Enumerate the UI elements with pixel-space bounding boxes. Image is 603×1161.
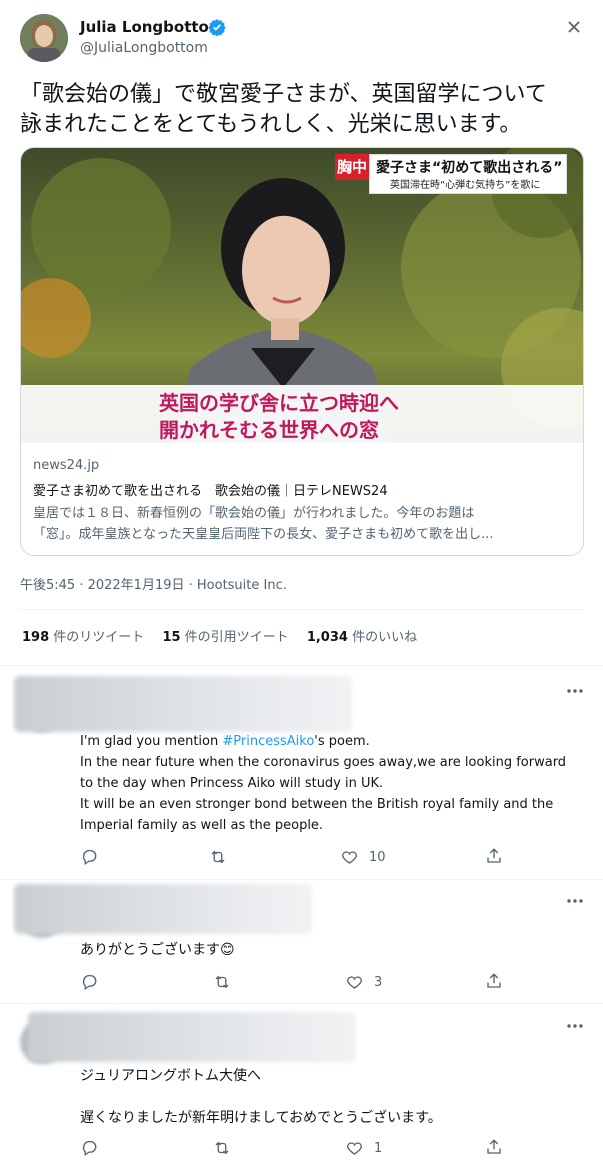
- retweet-button[interactable]: [212, 1139, 232, 1157]
- like-icon: [347, 1142, 362, 1155]
- reply-text-line: I'm glad you mention #PrincessAiko's poe…: [80, 731, 566, 752]
- share-icon: [487, 973, 501, 988]
- reply-button[interactable]: [80, 973, 98, 991]
- card-description: 皇居では１８日、新春恒例の「歌会始の儀」が行われました。今年のお題は 「窓」。成…: [33, 503, 573, 545]
- caption-line: 開かれそむる世界への窓: [159, 418, 379, 442]
- retweet-icon: [211, 850, 225, 864]
- more-icon[interactable]: [566, 688, 584, 694]
- like-button[interactable]: 1: [345, 1139, 382, 1157]
- more-icon[interactable]: [566, 898, 584, 904]
- reply-author-redacted: [28, 1012, 356, 1062]
- likes-label: 件のいいね: [352, 630, 418, 645]
- like-button[interactable]: 3: [345, 973, 382, 991]
- divider: [0, 879, 603, 880]
- retweet-button[interactable]: [208, 848, 228, 866]
- reply-button[interactable]: [80, 1139, 98, 1157]
- reply-text-line: ありがとうございます: [80, 942, 220, 958]
- reply-text-segment: 's poem.: [314, 734, 370, 749]
- reply-text-line: It will be an even stronger bond between…: [80, 797, 554, 812]
- reply-button[interactable]: [80, 848, 98, 866]
- close-icon[interactable]: [565, 18, 583, 36]
- likes-count: 1,034: [306, 630, 348, 645]
- caption-line: 英国の学び舎に立つ時迎へ: [159, 391, 399, 415]
- card-caption: 英国の学び舎に立つ時迎へ 開かれそむる世界への窓: [21, 385, 583, 443]
- banner-tag: 胸中: [335, 154, 369, 180]
- reply-text-line: 遅くなりましたが新年明けましておめでとうございます。: [80, 1110, 442, 1126]
- reply-icon: [82, 1140, 97, 1157]
- reply-author-redacted: [14, 884, 312, 934]
- divider: [20, 609, 583, 610]
- banner-title: 愛子さま“初めて歌出される”: [376, 160, 563, 176]
- retweets-label: 件のリツイート: [53, 630, 145, 645]
- quotes-count: 15: [162, 630, 181, 645]
- author-avatar[interactable]: [20, 14, 68, 62]
- like-count: 1: [374, 1140, 383, 1156]
- smile-emoji-icon: 😊: [220, 942, 235, 958]
- retweet-button[interactable]: [212, 973, 232, 991]
- reply-text: ジュリアロングボトム大使へ 遅くなりましたが新年明けましておめでとうございます。: [80, 1066, 442, 1129]
- reply-author-redacted: [14, 676, 352, 732]
- reply-text-line: In the near future when the coronavirus …: [80, 755, 567, 770]
- link-card[interactable]: 胸中 愛子さま“初めて歌出される” 英国滞在時“心弾む気持ち”を歌に 英国の学び…: [20, 147, 584, 556]
- likes-stat[interactable]: 1,034 件のいいね: [307, 630, 417, 645]
- share-button[interactable]: [485, 972, 503, 990]
- reply-text: ありがとうございます😊: [80, 940, 235, 961]
- share-icon: [487, 848, 501, 863]
- divider: [0, 665, 603, 666]
- like-button[interactable]: 10: [340, 848, 386, 866]
- reply-text: I'm glad you mention #PrincessAiko's poe…: [80, 731, 566, 836]
- retweets-count: 198: [22, 630, 50, 645]
- reply-text-line: ジュリアロングボトム大使へ: [80, 1068, 262, 1084]
- tweet-text: 「歌会始の儀」で敬宮愛子さまが、英国留学について 詠まれたことをとてもうれしく、…: [20, 80, 547, 140]
- author-name[interactable]: Julia Longbottom: [80, 18, 225, 36]
- divider: [0, 1003, 603, 1004]
- hashtag-link[interactable]: #PrincessAiko: [222, 734, 314, 749]
- quotes-stat[interactable]: 15 件の引用ツイート: [162, 630, 292, 645]
- share-button[interactable]: [485, 847, 503, 865]
- more-icon[interactable]: [566, 1023, 584, 1029]
- retweet-icon: [215, 975, 229, 989]
- card-desc-line: 「窓」。成年皇族となった天皇皇后両陛下の長女、愛子さまも初めて歌を出し...: [33, 527, 494, 542]
- share-button[interactable]: [485, 1138, 503, 1156]
- retweets-stat[interactable]: 198 件のリツイート: [22, 630, 148, 645]
- reply-icon: [82, 974, 97, 991]
- reply-text-line: Imperial family as well as the people.: [80, 818, 324, 833]
- reply-text-line: to the day when Princess Aiko will study…: [80, 776, 384, 791]
- like-icon: [342, 851, 357, 864]
- like-icon: [347, 976, 362, 989]
- quotes-label: 件の引用ツイート: [184, 630, 289, 645]
- banner-sub: 英国滞在時“心弾む気持ち”を歌に: [390, 180, 541, 191]
- share-icon: [487, 1139, 501, 1154]
- reply-text-segment: I'm glad you mention: [80, 734, 223, 749]
- like-count: 3: [374, 974, 383, 990]
- banner-box: 愛子さま“初めて歌出される” 英国滞在時“心弾む気持ち”を歌に: [369, 154, 567, 194]
- card-desc-line: 皇居では１８日、新春恒例の「歌会始の儀」が行われました。今年のお題は: [33, 506, 475, 521]
- like-count: 10: [369, 849, 386, 865]
- card-title: 愛子さま初めて歌を出される 歌会始の儀｜日テレNEWS24: [33, 484, 388, 499]
- tweet-timestamp[interactable]: 午後5:45 · 2022年1月19日 · Hootsuite Inc.: [20, 574, 287, 593]
- stats-row: 198 件のリツイート 15 件の引用ツイート 1,034 件のいいね: [22, 626, 417, 645]
- reply-icon: [82, 849, 97, 866]
- verified-badge-icon: [208, 18, 226, 36]
- author-handle[interactable]: @JuliaLongbottom: [80, 40, 208, 56]
- retweet-icon: [215, 1141, 229, 1155]
- tweet-text-line: 「歌会始の儀」で敬宮愛子さまが、英国留学について: [20, 82, 547, 107]
- card-domain: news24.jp: [33, 458, 100, 473]
- tweet-text-line: 詠まれたことをとてもうれしく、光栄に思います。: [20, 112, 522, 137]
